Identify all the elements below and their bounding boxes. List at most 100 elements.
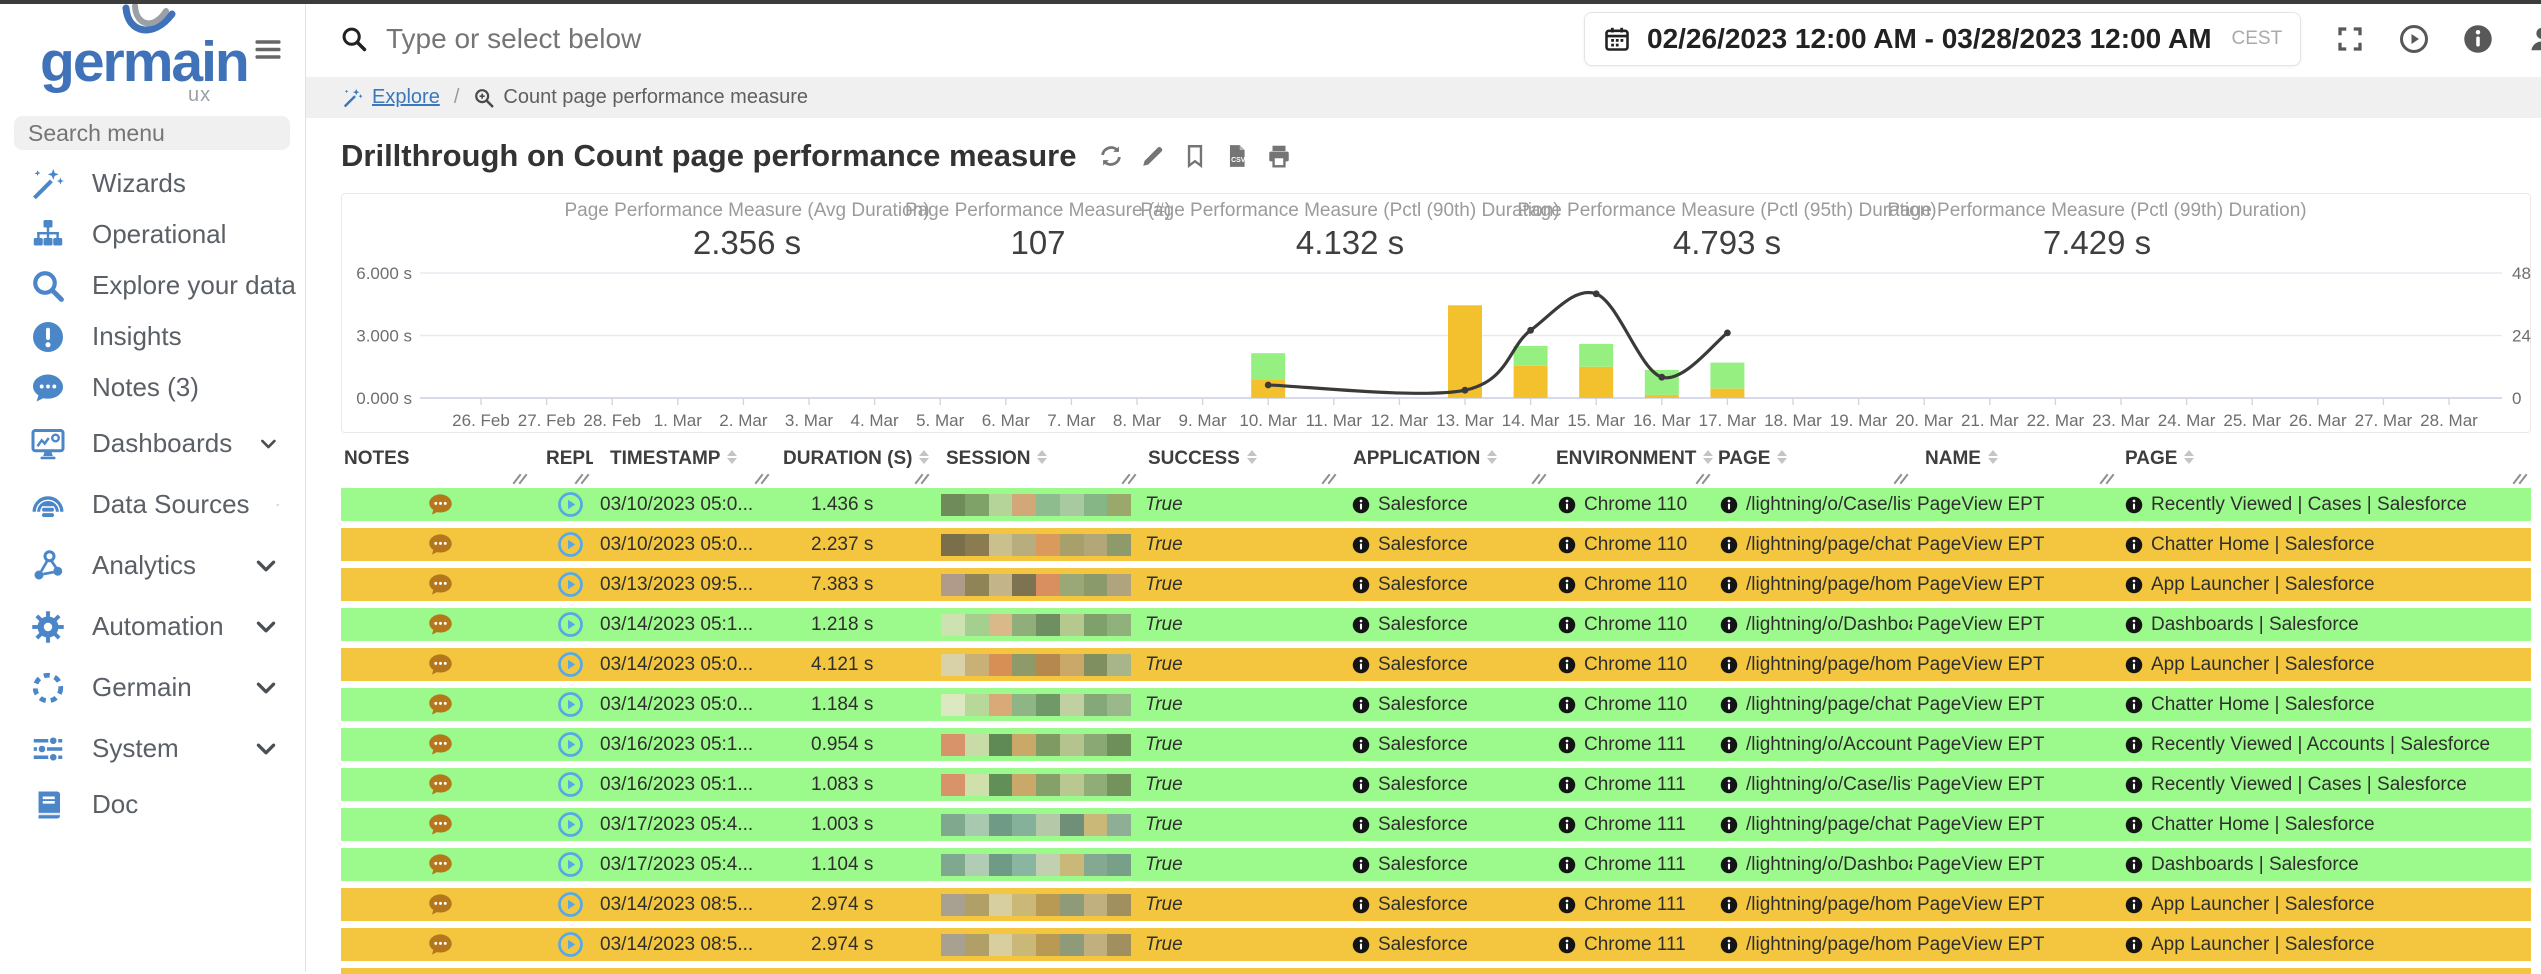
replay-icon[interactable] xyxy=(557,891,584,918)
comment-note-icon[interactable] xyxy=(427,491,454,518)
sidebar-item-wizards[interactable]: Wizards xyxy=(0,158,305,209)
sort-icon[interactable] xyxy=(1703,450,1713,464)
info-icon[interactable] xyxy=(1352,696,1370,714)
info-icon[interactable] xyxy=(1558,656,1576,674)
info-icon[interactable] xyxy=(1558,736,1576,754)
info-icon[interactable] xyxy=(1720,736,1738,754)
replay-icon[interactable] xyxy=(557,531,584,558)
info-icon[interactable] xyxy=(1352,536,1370,554)
column-resize-handle[interactable] xyxy=(1122,473,1136,486)
comment-note-icon[interactable] xyxy=(427,771,454,798)
info-icon[interactable] xyxy=(2125,656,2143,674)
column-header-duration-s[interactable]: DURATION (S) xyxy=(773,448,933,488)
replay-icon[interactable] xyxy=(557,611,584,638)
comment-note-icon[interactable] xyxy=(427,731,454,758)
info-icon[interactable] xyxy=(1352,936,1370,954)
info-icon[interactable] xyxy=(1720,616,1738,634)
column-resize-handle[interactable] xyxy=(513,473,527,486)
column-resize-handle[interactable] xyxy=(575,473,589,486)
sidebar-search-input[interactable] xyxy=(14,116,290,150)
line-marker[interactable] xyxy=(1462,387,1469,394)
info-icon[interactable] xyxy=(1558,936,1576,954)
sidebar-item-automation[interactable]: Automation xyxy=(0,596,305,657)
sort-icon[interactable] xyxy=(727,450,737,464)
play-circle-button[interactable] xyxy=(2399,24,2429,54)
sidebar-item-explore-your-data[interactable]: Explore your data xyxy=(0,260,305,311)
column-resize-handle[interactable] xyxy=(2100,473,2114,486)
column-header-page[interactable]: PAGE xyxy=(1714,448,1912,488)
column-resize-handle[interactable] xyxy=(1696,473,1710,486)
info-icon[interactable] xyxy=(1352,496,1370,514)
replay-icon[interactable] xyxy=(557,811,584,838)
info-icon[interactable] xyxy=(2125,856,2143,874)
session-heatmap-strip[interactable] xyxy=(941,694,1131,716)
comment-note-icon[interactable] xyxy=(427,931,454,958)
comment-note-icon[interactable] xyxy=(427,851,454,878)
comment-note-icon[interactable] xyxy=(427,571,454,598)
info-icon[interactable] xyxy=(1558,816,1576,834)
print-button[interactable] xyxy=(1266,143,1292,169)
bookmark-button[interactable] xyxy=(1182,143,1208,169)
sort-icon[interactable] xyxy=(1988,450,1998,464)
replay-icon[interactable] xyxy=(557,651,584,678)
bar-segment-yellow[interactable] xyxy=(1448,305,1482,398)
bar-segment-green[interactable] xyxy=(1514,346,1548,366)
fullscreen-button[interactable] xyxy=(2335,24,2365,54)
sidebar-item-dashboards[interactable]: Dashboards xyxy=(0,413,305,474)
session-heatmap-strip[interactable] xyxy=(941,774,1131,796)
column-header-success[interactable]: SUCCESS xyxy=(1140,448,1340,488)
column-resize-handle[interactable] xyxy=(2513,473,2527,486)
replay-icon[interactable] xyxy=(557,731,584,758)
info-icon[interactable] xyxy=(1352,856,1370,874)
info-icon[interactable] xyxy=(1352,776,1370,794)
comment-note-icon[interactable] xyxy=(427,531,454,558)
replay-icon[interactable] xyxy=(557,491,584,518)
info-icon[interactable] xyxy=(1352,736,1370,754)
info-icon[interactable] xyxy=(2125,776,2143,794)
info-icon[interactable] xyxy=(1558,776,1576,794)
replay-icon[interactable] xyxy=(557,571,584,598)
column-header-timestamp[interactable]: TIMESTAMP xyxy=(593,448,773,488)
sidebar-item-germain[interactable]: Germain xyxy=(0,657,305,718)
line-marker[interactable] xyxy=(1658,374,1665,381)
info-icon[interactable] xyxy=(1352,616,1370,634)
info-icon[interactable] xyxy=(1558,576,1576,594)
column-header-session[interactable]: SESSION xyxy=(933,448,1140,488)
line-marker[interactable] xyxy=(1265,382,1272,389)
info-icon[interactable] xyxy=(1720,856,1738,874)
session-heatmap-strip[interactable] xyxy=(941,934,1131,956)
edit-pencil-button[interactable] xyxy=(1140,143,1166,169)
session-heatmap-strip[interactable] xyxy=(941,854,1131,876)
sidebar-item-notes-3[interactable]: Notes (3) xyxy=(0,362,305,413)
info-icon[interactable] xyxy=(2125,936,2143,954)
bar-segment-green[interactable] xyxy=(1251,353,1285,379)
bar-segment-green[interactable] xyxy=(1645,370,1679,395)
column-header-notes[interactable]: NOTES xyxy=(341,448,531,488)
replay-icon[interactable] xyxy=(557,931,584,958)
column-resize-handle[interactable] xyxy=(755,473,769,486)
session-heatmap-strip[interactable] xyxy=(941,534,1131,556)
session-heatmap-strip[interactable] xyxy=(941,894,1131,916)
info-icon[interactable] xyxy=(2125,696,2143,714)
sidebar-item-doc[interactable]: Doc xyxy=(0,779,305,830)
info-icon[interactable] xyxy=(1720,776,1738,794)
session-heatmap-strip[interactable] xyxy=(941,734,1131,756)
replay-icon[interactable] xyxy=(557,771,584,798)
replay-icon[interactable] xyxy=(557,691,584,718)
info-icon[interactable] xyxy=(1720,536,1738,554)
column-resize-handle[interactable] xyxy=(915,473,929,486)
info-icon[interactable] xyxy=(1558,496,1576,514)
sidebar-item-operational[interactable]: Operational xyxy=(0,209,305,260)
info-icon[interactable] xyxy=(1352,656,1370,674)
info-icon[interactable] xyxy=(1558,696,1576,714)
info-icon[interactable] xyxy=(2125,736,2143,754)
info-icon[interactable] xyxy=(1720,896,1738,914)
info-icon[interactable] xyxy=(1558,536,1576,554)
info-icon[interactable] xyxy=(2125,896,2143,914)
info-icon[interactable] xyxy=(1352,896,1370,914)
sidebar-item-data-sources[interactable]: Data Sources xyxy=(0,474,305,535)
info-icon[interactable] xyxy=(1720,816,1738,834)
sort-icon[interactable] xyxy=(1487,450,1497,464)
line-marker[interactable] xyxy=(1527,327,1534,334)
info-icon[interactable] xyxy=(1558,896,1576,914)
